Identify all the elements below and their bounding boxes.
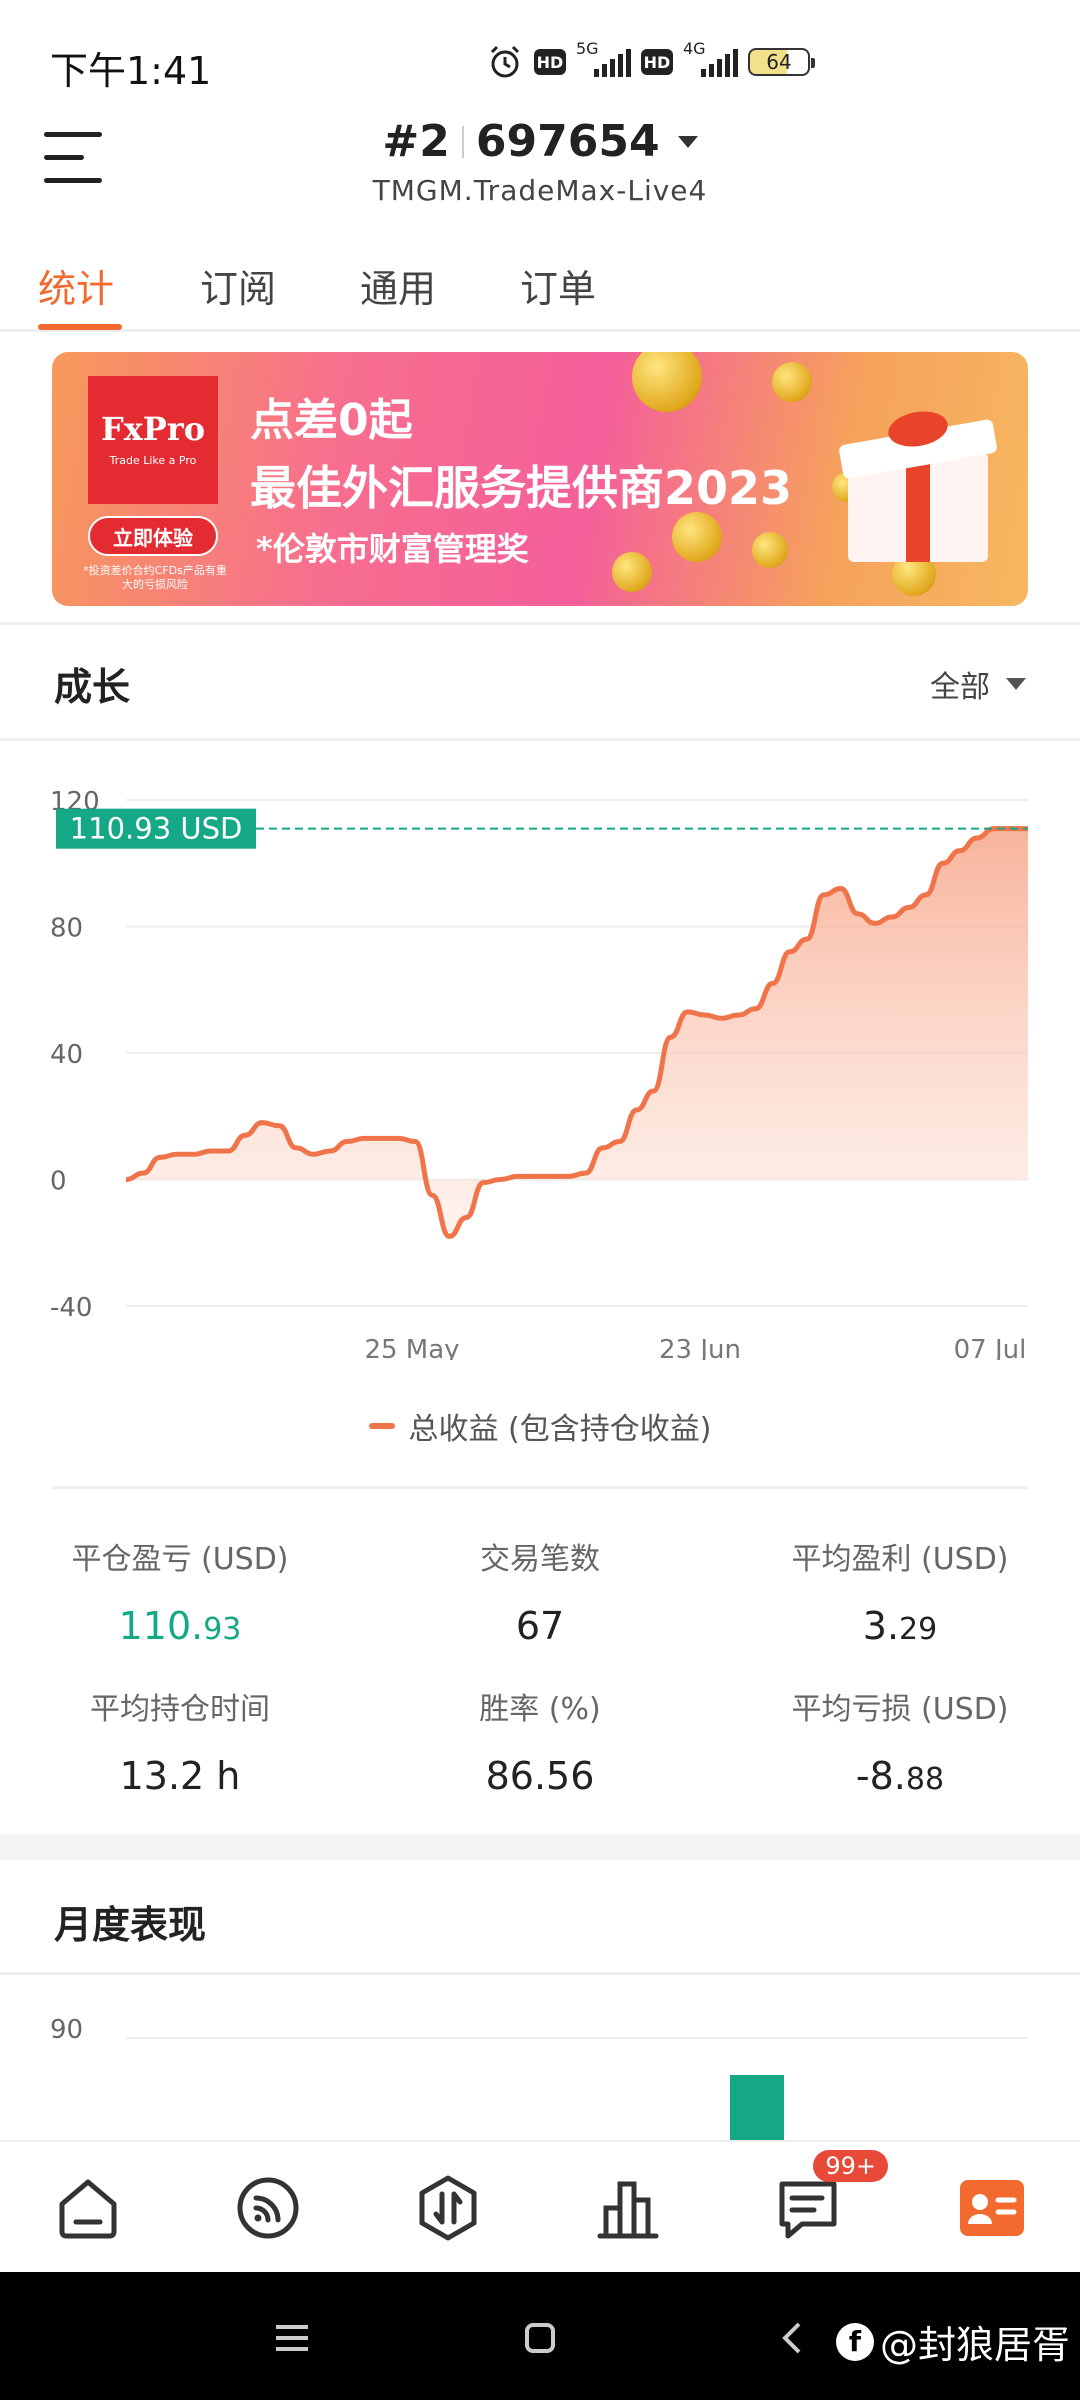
divider [0, 1972, 1080, 1975]
battery-icon: 64 [748, 48, 815, 76]
growth-chart-svg: 12080400-4025 May 23 Jun 07 Jul110.93 USD [50, 787, 1028, 1365]
home-icon[interactable] [52, 2172, 124, 2244]
monthly-chart: 90 [0, 1990, 1080, 2140]
divider [0, 738, 1080, 741]
stat-value: 110.93 [118, 1604, 242, 1648]
trade-icon[interactable] [412, 2172, 484, 2244]
stat-value: 3.29 [862, 1604, 938, 1648]
monthly-bar [730, 2075, 784, 2140]
gift-box-icon [838, 407, 998, 562]
growth-chart: 120 80 40 0 -40 25 May 23 Jun 07 Jul 110.93 USD [0, 760, 1080, 1365]
x-tick-label: 25 May [364, 1335, 459, 1360]
profile-icon[interactable] [956, 2172, 1028, 2244]
account-number: #2 [382, 116, 450, 167]
stat-avg-holding: 平均持仓时间 13.2 h [0, 1684, 360, 1798]
range-value: 全部 [930, 670, 990, 705]
status-icons: HD 5G HD 4G 64 [486, 39, 815, 84]
banner-disclaimer: *投资差价合约CFDs产品有重大的亏损风险 [83, 564, 227, 591]
legend-label: 总收益 (包含持仓收益) [408, 1412, 712, 1447]
status-bar: 下午1:41 HD 5G HD 4G 64 [0, 0, 1080, 110]
system-nav-bar: f @封狼居胥 [0, 2272, 1080, 2400]
chevron-down-icon [677, 135, 698, 148]
app-header: #2 697654 TMGM.TradeMax-Live4 [0, 110, 1080, 230]
stat-avg-loss: 平均亏损 (USD) -8.88 [720, 1684, 1080, 1798]
monthly-title: 月度表现 [54, 1903, 207, 1947]
stat-value: -8.88 [855, 1754, 945, 1798]
signal-4g-icon: 4G [683, 39, 738, 77]
tab-orders[interactable]: 订单 [520, 258, 596, 313]
y-tick-label: 0 [50, 1167, 67, 1197]
monthly-ytick: 90 [50, 2015, 83, 2045]
banner-headline: 点差0起 [250, 395, 413, 446]
stat-value: 13.2 h [119, 1754, 241, 1798]
hd-icon: HD [641, 49, 673, 75]
y-tick-label: 40 [50, 1040, 83, 1070]
facebook-icon: f [835, 2322, 874, 2361]
x-tick-label: 23 Jun [659, 1335, 741, 1360]
range-dropdown[interactable]: 全部 [930, 662, 1026, 706]
watermark: f @封狼居胥 [835, 2314, 1070, 2369]
stat-label: 平仓盈亏 (USD) [71, 1542, 289, 1577]
stat-label: 平均盈利 (USD) [791, 1542, 1009, 1577]
message-icon[interactable]: 99+ [772, 2150, 888, 2244]
chart-icon[interactable] [592, 2172, 664, 2244]
stat-label: 平均亏损 (USD) [791, 1692, 1009, 1727]
network-label: 4G [683, 39, 706, 58]
current-value-label: 110.93 USD [70, 812, 243, 846]
account-id: 697654 [475, 116, 660, 167]
tab-statistics[interactable]: 统计 [38, 258, 114, 313]
stat-value: 67 [515, 1604, 565, 1648]
banner-subheadline: 最佳外汇服务提供商2023 [250, 461, 793, 515]
chevron-down-icon [1006, 678, 1026, 690]
tab-subscribe[interactable]: 订阅 [200, 258, 276, 313]
divider [52, 1486, 1028, 1489]
stat-trade-count: 交易笔数 67 [360, 1534, 720, 1648]
stat-closed-pnl: 平仓盈亏 (USD) 110.93 [0, 1534, 360, 1648]
signal-5g-icon: 5G [576, 39, 631, 77]
divider [0, 622, 1080, 625]
stat-label: 平均持仓时间 [90, 1692, 270, 1727]
tab-indicator [38, 324, 122, 330]
chart-legend: 总收益 (包含持仓收益) [0, 1404, 1080, 1448]
section-gap [0, 1834, 1080, 1860]
home-button[interactable] [510, 2308, 570, 2368]
bottom-nav: 99+ [0, 2140, 1080, 2272]
y-tick-label: -40 [50, 1293, 92, 1323]
back-button[interactable] [762, 2308, 822, 2368]
tab-general[interactable]: 通用 [360, 258, 436, 313]
recent-apps-button[interactable] [262, 2308, 322, 2368]
feed-icon[interactable] [232, 2172, 304, 2244]
status-time: 下午1:41 [50, 49, 212, 93]
stat-label: 交易笔数 [480, 1542, 600, 1577]
stat-value: 86.56 [485, 1754, 595, 1798]
watermark-text: @封狼居胥 [879, 2323, 1070, 2367]
alarm-icon [486, 43, 524, 81]
stat-win-rate: 胜率 (%) 86.56 [360, 1684, 720, 1798]
server-name: TMGM.TradeMax-Live4 [372, 174, 708, 207]
account-selector[interactable]: #2 697654 [0, 116, 1080, 167]
separator [461, 125, 464, 158]
hd-icon: HD [534, 49, 566, 75]
y-tick-label: 80 [50, 914, 83, 944]
x-tick-label: 07 Jul [954, 1335, 1027, 1360]
network-label: 5G [576, 39, 599, 58]
legend-swatch [368, 1423, 395, 1429]
promo-banner[interactable]: FxPro Trade Like a Pro 立即体验 *投资差价合约CFDs产… [52, 352, 1028, 606]
try-now-button[interactable]: 立即体验 [88, 516, 218, 556]
banner-award: *伦敦市财富管理奖 [256, 530, 529, 568]
growth-title: 成长 [54, 665, 131, 709]
stat-avg-profit: 平均盈利 (USD) 3.29 [720, 1534, 1080, 1648]
stat-label: 胜率 (%) [479, 1692, 601, 1727]
fxpro-logo: FxPro Trade Like a Pro [88, 376, 218, 504]
message-badge: 99+ [813, 2150, 888, 2182]
tab-bar: 统计 订阅 通用 订单 [0, 240, 1080, 332]
